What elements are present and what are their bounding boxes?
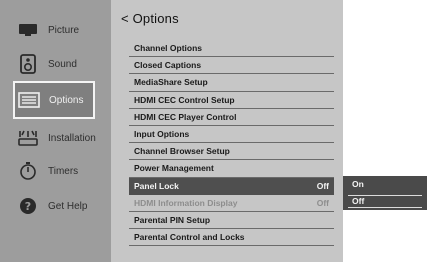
hdmi-info-value: Off [316, 197, 329, 208]
timer-icon [14, 161, 42, 181]
sidebar-item-picture[interactable]: Picture [8, 12, 104, 48]
menu-item-channel-browser-setup[interactable]: Channel Browser Setup [129, 143, 334, 161]
sidebar: Picture Sound Options Installation Timer… [0, 0, 111, 262]
menu-item-mediashare-setup[interactable]: MediaShare Setup [129, 74, 334, 92]
page-title[interactable]: < Options [121, 11, 179, 26]
sidebar-item-label: Picture [48, 24, 80, 36]
panel-lock-value: Off [316, 180, 329, 191]
menu-item-hdmi-cec-player-control[interactable]: HDMI CEC Player Control [129, 109, 334, 126]
sidebar-item-options[interactable]: Options [13, 81, 95, 119]
help-icon: ? [14, 197, 42, 215]
sidebar-item-installation[interactable]: Installation [8, 120, 104, 156]
sidebar-item-sound[interactable]: Sound [8, 46, 104, 82]
svg-text:?: ? [25, 200, 31, 213]
sidebar-item-label: Timers [48, 165, 79, 177]
installation-icon [14, 129, 42, 147]
options-icon [15, 92, 43, 108]
sidebar-item-label: Options [49, 94, 84, 106]
menu-item-panel-lock[interactable]: Panel Lock Off [129, 177, 334, 195]
menu-item-input-options[interactable]: Input Options [129, 126, 334, 144]
sidebar-item-get-help[interactable]: ? Get Help [8, 188, 104, 224]
menu-item-parental-pin-setup[interactable]: Parental PIN Setup [129, 212, 334, 230]
popup-option-on[interactable]: On [348, 178, 422, 191]
menu-item-channel-options[interactable]: Channel Options [129, 40, 334, 58]
menu-item-parental-control-and-locks[interactable]: Parental Control and Locks [129, 229, 334, 247]
menu-item-hdmi-cec-control-setup[interactable]: HDMI CEC Control Setup [129, 92, 334, 109]
menu-item-hdmi-information-display: HDMI Information Display Off [129, 195, 334, 212]
sidebar-item-label: Sound [48, 58, 77, 70]
popup-option-off[interactable]: Off [348, 195, 422, 208]
options-menu: Channel Options Closed Captions MediaSha… [129, 40, 334, 247]
sidebar-item-label: Installation [48, 132, 96, 144]
menu-item-closed-captions[interactable]: Closed Captions [129, 57, 334, 75]
sidebar-item-timers[interactable]: Timers [8, 153, 104, 189]
menu-item-power-management[interactable]: Power Management [129, 160, 334, 178]
sidebar-item-label: Get Help [48, 200, 88, 212]
panel-lock-popup: On Off [343, 176, 427, 210]
speaker-icon [14, 54, 42, 74]
picture-icon [14, 23, 42, 37]
